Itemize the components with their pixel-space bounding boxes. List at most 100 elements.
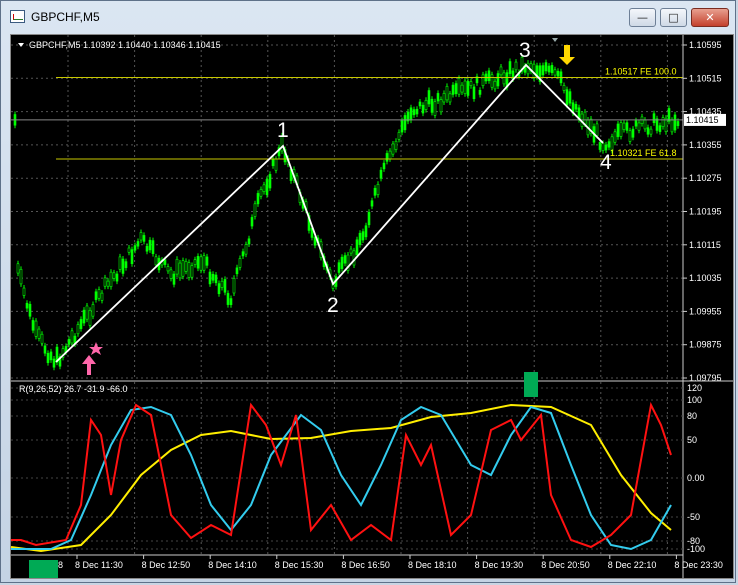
candle-body <box>583 111 587 125</box>
time-label: 8 Dec 11:30 <box>75 560 123 570</box>
candle-body <box>223 279 227 293</box>
oscillator-level-label: -50 <box>687 512 700 522</box>
candle-body <box>253 203 257 217</box>
candle-body <box>118 256 122 270</box>
candle-body <box>481 74 485 86</box>
candle-body <box>658 125 662 132</box>
oscillator-level-label: 100 <box>687 395 702 405</box>
candle-body <box>454 83 458 95</box>
oscillator-axis: 12010080500.00-50-80-100 <box>687 383 705 554</box>
triangle-down-icon[interactable] <box>18 43 24 47</box>
candle-body <box>274 158 278 171</box>
candle-body <box>79 319 83 329</box>
title-bar[interactable]: GBPCHF,M5 — □ ✕ <box>1 1 737 33</box>
candle-body <box>130 249 134 264</box>
candle-body <box>184 261 188 272</box>
main-chart-header: GBPCHF,M5 1.10392 1.10440 1.10346 1.1041… <box>29 40 221 50</box>
candle-body <box>556 70 560 77</box>
candle-body <box>373 187 377 196</box>
candle-body <box>352 250 356 266</box>
candle-body <box>574 104 578 110</box>
candle-body <box>430 98 434 113</box>
candle-body <box>634 120 638 127</box>
time-label: 8 Dec 14:10 <box>208 560 257 570</box>
price-chart-canvas[interactable]: 1 2 3 4 1.10517 FE 100.0 1.10321 FE 61.8… <box>10 35 733 580</box>
candle-body <box>217 283 221 295</box>
candle-body <box>256 193 260 205</box>
candle-body <box>421 104 425 114</box>
candle-body <box>175 258 179 275</box>
candle-body <box>88 310 92 326</box>
candle-body <box>172 273 176 285</box>
candle-body <box>148 239 152 251</box>
close-button[interactable]: ✕ <box>691 8 729 27</box>
candle-body <box>208 271 212 285</box>
candle-body <box>670 119 674 133</box>
candle-body <box>268 174 272 189</box>
candle-body <box>337 262 341 273</box>
candle-body <box>418 101 422 107</box>
time-label: 8 Dec 20:50 <box>541 560 590 570</box>
candle-body <box>151 240 155 254</box>
minimize-button[interactable]: — <box>629 8 656 27</box>
candle-body <box>46 353 50 363</box>
candle-body <box>631 128 635 138</box>
oscillator-level-label: 120 <box>687 383 702 393</box>
candle-body <box>568 91 572 104</box>
time-label: 8 Dec 15:30 <box>275 560 324 570</box>
candle-body <box>385 153 389 162</box>
chart-app-icon <box>10 10 25 23</box>
candle-body <box>154 256 158 266</box>
candle-body <box>112 272 116 279</box>
candle-body <box>448 93 452 103</box>
candle-body <box>271 158 275 167</box>
candle-body <box>97 289 101 299</box>
maximize-button[interactable]: □ <box>660 8 687 27</box>
candle-body <box>436 93 440 102</box>
candle-body <box>427 90 431 105</box>
chart-area[interactable]: 1 2 3 4 1.10517 FE 100.0 1.10321 FE 61.8… <box>10 34 734 580</box>
candle-body <box>400 120 404 133</box>
candle-body <box>133 245 137 251</box>
price-label: 1.10195 <box>689 207 722 217</box>
signal-marker-bottom <box>29 560 58 580</box>
candle-body <box>655 118 659 131</box>
sell-arrow-icon <box>552 38 575 65</box>
candle-body <box>667 108 671 122</box>
candle-body <box>595 123 599 136</box>
candle-body <box>541 65 545 76</box>
candle-body <box>211 273 215 281</box>
candle-body <box>388 150 392 160</box>
candle-body <box>496 73 500 87</box>
candle-body <box>502 72 506 85</box>
wave-label-2: 2 <box>327 294 339 317</box>
candle-body <box>355 239 359 256</box>
fe-100-label: 1.10517 FE 100.0 <box>605 66 677 76</box>
candlesticks <box>13 54 680 371</box>
candle-body <box>487 70 491 82</box>
candle-body <box>445 86 449 101</box>
candle-body <box>25 302 29 309</box>
candle-body <box>643 119 647 130</box>
candle-body <box>661 117 665 127</box>
oscillator-grid <box>11 382 683 555</box>
candle-body <box>619 122 623 137</box>
candle-body <box>205 256 209 266</box>
price-label: 1.10515 <box>689 73 722 83</box>
candle-body <box>238 258 242 268</box>
candle-body <box>145 245 149 252</box>
candle-body <box>181 260 185 277</box>
candle-body <box>544 62 548 72</box>
price-label: 1.10595 <box>689 40 722 50</box>
candle-body <box>433 101 437 116</box>
candle-body <box>100 292 104 301</box>
candle-body <box>127 247 131 253</box>
candle-body <box>70 330 74 344</box>
candle-body <box>379 169 383 179</box>
candle-body <box>187 262 191 278</box>
candle-body <box>649 128 653 135</box>
candle-body <box>94 291 98 300</box>
candle-body <box>442 93 446 103</box>
candle-body <box>460 84 464 93</box>
candle-body <box>490 74 494 88</box>
